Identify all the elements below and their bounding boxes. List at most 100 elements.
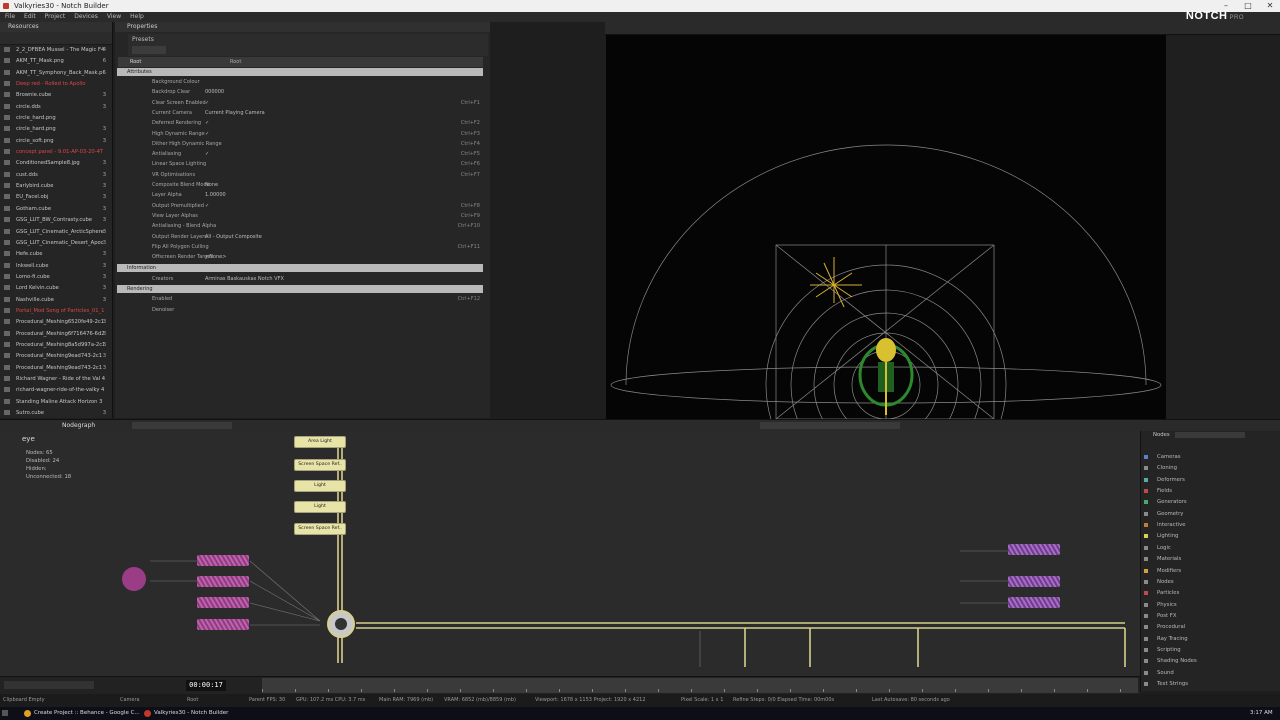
resource-item[interactable]: Gotham.cube 3: [0, 204, 112, 215]
menu-view[interactable]: View: [107, 13, 121, 20]
resource-item[interactable]: Sutro.cube 3: [0, 408, 112, 419]
task-notch[interactable]: Valkyries30 - Notch Builder: [144, 707, 228, 720]
close-button[interactable]: ✕: [1260, 0, 1280, 12]
node-category[interactable]: Geometry: [1144, 509, 1183, 519]
node-category[interactable]: Logic: [1144, 543, 1171, 553]
node-category[interactable]: Fields: [1144, 486, 1172, 496]
task-browser[interactable]: Create Project :: Behance - Google C...: [24, 707, 140, 720]
node-category[interactable]: Interactive: [1144, 520, 1186, 530]
resources-list[interactable]: 2_2_DFBEA Mussel - The Magic F4 4 AKM_TT_M…: [0, 45, 112, 419]
node-category[interactable]: Cameras: [1144, 452, 1181, 462]
property-row[interactable]: Flip All Polygon Culling Ctrl+F11: [118, 242, 482, 252]
menu-edit[interactable]: Edit: [24, 13, 36, 20]
transport-controls[interactable]: [760, 422, 900, 429]
property-row[interactable]: Dither High Dynamic Range Ctrl+F4: [118, 139, 482, 149]
property-row[interactable]: Backdrop Clear 000000: [118, 87, 482, 97]
node-category[interactable]: Ray Tracing: [1144, 634, 1188, 644]
property-row[interactable]: Current Camera Current Playing Camera: [118, 108, 482, 118]
property-value[interactable]: ✓: [205, 129, 209, 139]
node-screen-space-ref[interactable]: Screen Space Ref..: [294, 459, 346, 471]
menu-help[interactable]: Help: [130, 13, 144, 20]
resource-item[interactable]: Lord Kelvin.cube 3: [0, 283, 112, 294]
resource-item[interactable]: richard-wagner-ride-of-the-valky 4: [0, 385, 112, 396]
node-screen-space-ref[interactable]: Screen Space Ref..: [294, 523, 346, 535]
procedural-node[interactable]: [1008, 597, 1060, 608]
section-attributes[interactable]: Attributes: [117, 68, 483, 76]
resource-item[interactable]: Lomo-fi.cube 3: [0, 272, 112, 283]
node-category[interactable]: Text Strings: [1144, 679, 1188, 689]
resource-item[interactable]: Inkwell.cube 3: [0, 261, 112, 272]
property-value[interactable]: 000000: [205, 87, 224, 97]
particle-node[interactable]: [197, 555, 249, 566]
property-row[interactable]: Background Colour: [118, 77, 482, 87]
property-value[interactable]: ✓: [205, 201, 209, 211]
property-value[interactable]: Current Playing Camera: [205, 108, 265, 118]
node-area-light[interactable]: Area Light: [294, 436, 346, 448]
node-category[interactable]: Cloning: [1144, 463, 1177, 473]
nodegraph-canvas[interactable]: eye Nodes: 65 Disabled: 24 Hidden: Uncon…: [0, 431, 1140, 676]
property-row[interactable]: Clear Screen Enabled ✓ Ctrl+F1: [118, 98, 482, 108]
resource-item[interactable]: GSG_LUT_Cinematic_ArcticSphere 3: [0, 227, 112, 238]
resource-item[interactable]: circle_hard.png 3: [0, 124, 112, 135]
node-category[interactable]: Sound: [1144, 668, 1174, 678]
resource-item[interactable]: Nashville.cube 3: [0, 295, 112, 306]
property-row[interactable]: Antialiasing ✓ Ctrl+F5: [118, 149, 482, 159]
resource-item[interactable]: AKM_TT_Mask.png 6: [0, 56, 112, 67]
resource-item[interactable]: Hefe.cube 3: [0, 249, 112, 260]
resource-item[interactable]: Portal_Mod Song of Particles_01_1: [0, 306, 112, 317]
resource-item[interactable]: Earlybird.cube 3: [0, 181, 112, 192]
resource-item[interactable]: GSG_LUT_BW_Contrasty.cube 3: [0, 215, 112, 226]
resource-item[interactable]: EU_Facel.obj 3: [0, 192, 112, 203]
resource-item[interactable]: Procedural_Meshing6520fe49-2c1 3: [0, 317, 112, 328]
section-rendering[interactable]: Rendering: [117, 285, 483, 293]
procedural-node[interactable]: [1008, 576, 1060, 587]
node-light[interactable]: Light: [294, 480, 346, 492]
resource-item[interactable]: cust.dds 3: [0, 170, 112, 181]
menu-file[interactable]: File: [5, 13, 15, 20]
resource-item[interactable]: 2_2_DFBEA Mussel - The Magic F4 4: [0, 45, 112, 56]
node-category[interactable]: Modifiers: [1144, 566, 1181, 576]
node-category[interactable]: Generators: [1144, 497, 1187, 507]
particle-node[interactable]: [197, 619, 249, 630]
resource-item[interactable]: AKM_TT_Symphony_Back_Mask.p6: [0, 68, 112, 79]
node-category[interactable]: Physics: [1144, 600, 1177, 610]
tab-nodegraph[interactable]: Nodegraph: [62, 420, 95, 431]
timecode-display[interactable]: 00:00:17: [186, 680, 226, 691]
timeline-ruler[interactable]: [262, 678, 1138, 693]
property-row[interactable]: Output Premultiplied ✓ Ctrl+F8: [118, 201, 482, 211]
timeline-tool-icons[interactable]: [4, 681, 94, 689]
resource-item[interactable]: circle_soft.png 3: [0, 136, 112, 147]
resource-item[interactable]: circle_hard.png: [0, 113, 112, 124]
nodegraph-tool-icons[interactable]: [132, 422, 232, 429]
node-category[interactable]: Procedural: [1144, 622, 1185, 632]
resource-item[interactable]: Procedural_Meshing9ead743-2c1 3: [0, 363, 112, 374]
property-row[interactable]: Layer Alpha 1.00000: [118, 190, 482, 200]
property-row[interactable]: Denoiser: [118, 305, 482, 315]
section-information[interactable]: Information: [117, 264, 483, 272]
node-category[interactable]: Particles: [1144, 588, 1179, 598]
resource-item[interactable]: Richard Wagner - Ride of the Val 4: [0, 374, 112, 385]
particle-node[interactable]: [197, 597, 249, 608]
resource-item[interactable]: Procedural_Meshing9ead743-2c1 3: [0, 351, 112, 362]
node-category[interactable]: Scripting: [1144, 645, 1181, 655]
node-category[interactable]: Nodes: [1144, 577, 1174, 587]
property-row[interactable]: Antialiasing - Blend Alpha Ctrl+F10: [118, 221, 482, 231]
resource-item[interactable]: Deep red - Rolled to Apollo: [0, 79, 112, 90]
node-category[interactable]: Deformers: [1144, 475, 1185, 485]
node-category[interactable]: Lighting: [1144, 531, 1178, 541]
property-row[interactable]: Deferred Rendering ✓ Ctrl+F2: [118, 118, 482, 128]
resource-item[interactable]: Procedural_Meshing8a5d997a-2c1 3: [0, 340, 112, 351]
property-row[interactable]: View Layer Alphas Ctrl+F9: [118, 211, 482, 221]
nodes-search-input[interactable]: [1175, 432, 1245, 438]
viewport-toolbar[interactable]: [605, 22, 1280, 35]
property-row[interactable]: High Dynamic Range ✓ Ctrl+F3: [118, 129, 482, 139]
presets-tool-icons[interactable]: [132, 46, 166, 54]
property-value[interactable]: 1.00000: [205, 190, 226, 200]
property-value[interactable]: <None>: [205, 252, 226, 262]
particle-root-node[interactable]: [122, 567, 146, 591]
property-row[interactable]: Offscreen Render Target <None>: [118, 252, 482, 262]
node-category[interactable]: Shading Nodes: [1144, 656, 1197, 666]
node-category[interactable]: Post FX: [1144, 611, 1176, 621]
resource-item[interactable]: Standing Maline Attack Horizon 3: [0, 397, 112, 408]
root-row[interactable]: Root Root: [118, 57, 483, 67]
